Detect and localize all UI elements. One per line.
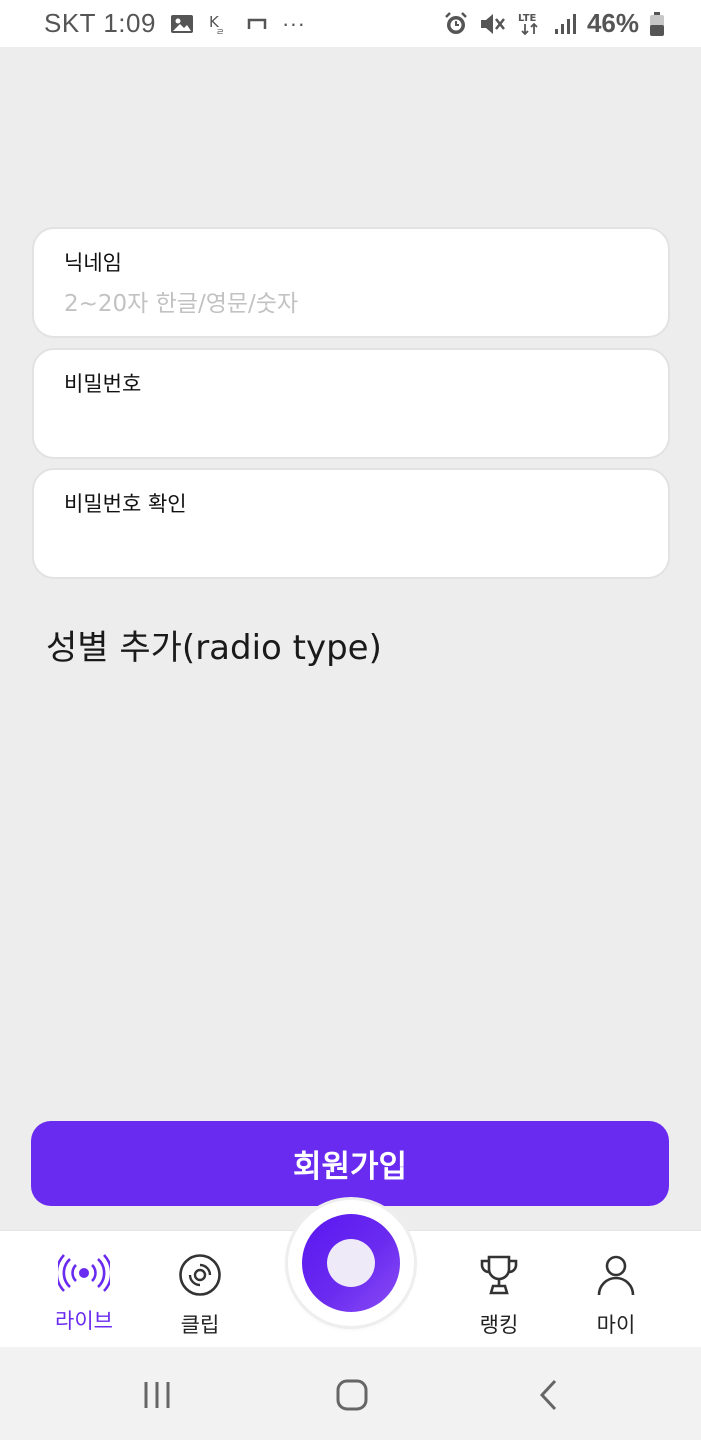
nav-label-live: 라이브 (55, 1309, 113, 1333)
trophy-icon (477, 1253, 521, 1301)
svg-text:LTE: LTE (518, 13, 537, 24)
nav-item-live[interactable]: 라이브 (34, 1253, 134, 1335)
password-confirm-field[interactable]: 비밀번호 확인 (32, 468, 670, 579)
battery-icon (649, 11, 665, 37)
nickname-label: 닉네임 (64, 251, 122, 275)
system-nav-bar (0, 1347, 701, 1440)
alarm-icon (443, 11, 469, 37)
mute-icon (479, 11, 507, 37)
status-bar: SKT 1:09 Kㄹ ··· LTE 46% (0, 0, 701, 47)
nav-item-my[interactable]: 마이 (566, 1253, 666, 1339)
password-field[interactable]: 비밀번호 (32, 348, 670, 459)
disc-icon (178, 1253, 222, 1301)
nav-item-ranking[interactable]: 랭킹 (449, 1253, 549, 1339)
more-notifications: ··· (281, 10, 306, 36)
signal-icon (553, 12, 577, 36)
status-left: SKT 1:09 Kㄹ ··· (44, 8, 305, 39)
kakao-notification-icon: Kㄹ (208, 11, 232, 37)
svg-text:ㄹ: ㄹ (216, 28, 224, 37)
nav-item-clip[interactable]: 클립 (150, 1253, 250, 1339)
home-icon[interactable] (332, 1375, 372, 1415)
password-label: 비밀번호 (64, 372, 142, 396)
record-icon (302, 1214, 400, 1312)
gallery-icon (170, 13, 194, 35)
recent-apps-icon[interactable] (137, 1375, 177, 1415)
lte-icon: LTE (517, 10, 543, 38)
nav-label-clip: 클립 (180, 1313, 220, 1337)
nav-label-ranking: 랭킹 (479, 1313, 519, 1337)
broadcast-icon (55, 1253, 113, 1297)
password-input[interactable] (64, 408, 624, 442)
nickname-field[interactable]: 닉네임 (32, 227, 670, 338)
center-record-button[interactable] (288, 1200, 414, 1326)
battery-percent: 46% (586, 8, 639, 38)
signup-button[interactable]: 회원가입 (31, 1121, 669, 1206)
status-right: LTE 46% (443, 8, 665, 39)
carrier-time: SKT 1:09 (44, 8, 156, 38)
nav-label-my: 마이 (596, 1313, 636, 1337)
gender-section-title: 성별 추가(radio type) (46, 628, 382, 668)
back-icon[interactable] (528, 1375, 568, 1415)
nickname-input[interactable] (64, 287, 624, 321)
password-confirm-label: 비밀번호 확인 (64, 492, 187, 516)
record-dot (327, 1239, 375, 1287)
cast-icon (246, 17, 268, 31)
person-icon (594, 1253, 638, 1301)
password-confirm-input[interactable] (64, 528, 624, 562)
